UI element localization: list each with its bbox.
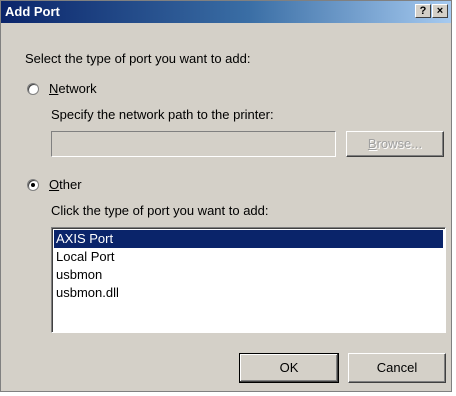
network-path-label: Specify the network path to the printer: — [51, 107, 274, 122]
close-button[interactable]: × — [432, 4, 448, 18]
network-accel: N — [49, 81, 59, 96]
help-icon: ? — [419, 5, 427, 17]
prompt-label: Select the type of port you want to add: — [25, 51, 251, 66]
list-item[interactable]: usbmon.dll — [52, 284, 445, 302]
network-radio-label[interactable]: Network — [49, 81, 97, 96]
window-title: Add Port — [5, 4, 60, 19]
list-item[interactable]: usbmon — [52, 266, 445, 284]
ok-button[interactable]: OK — [239, 353, 339, 383]
port-list-label: Click the type of port you want to add: — [51, 203, 269, 218]
other-label-rest: ther — [59, 177, 82, 192]
browse-label-rest: rowse... — [376, 136, 423, 151]
port-type-listbox[interactable]: AXIS Port Local Port usbmon usbmon.dll — [51, 227, 446, 333]
network-path-input[interactable] — [51, 131, 336, 157]
other-radio-label[interactable]: Other — [49, 177, 82, 192]
other-accel: O — [49, 177, 60, 192]
network-radio[interactable] — [27, 83, 39, 95]
help-button[interactable]: ? — [415, 4, 431, 18]
list-item[interactable]: Local Port — [52, 248, 445, 266]
cancel-button[interactable]: Cancel — [348, 353, 446, 383]
browse-button[interactable]: Browse... — [346, 131, 444, 157]
browse-accel: B — [367, 136, 377, 151]
list-item[interactable]: AXIS Port — [54, 230, 443, 248]
network-label-rest: etwork — [58, 81, 97, 96]
other-radio[interactable] — [27, 179, 39, 191]
radio-selected-dot — [31, 183, 35, 187]
title-bar[interactable]: Add Port ? × — [1, 1, 451, 23]
add-port-dialog: Add Port ? × Select the type of port you… — [0, 0, 452, 392]
close-icon: × — [436, 5, 444, 17]
